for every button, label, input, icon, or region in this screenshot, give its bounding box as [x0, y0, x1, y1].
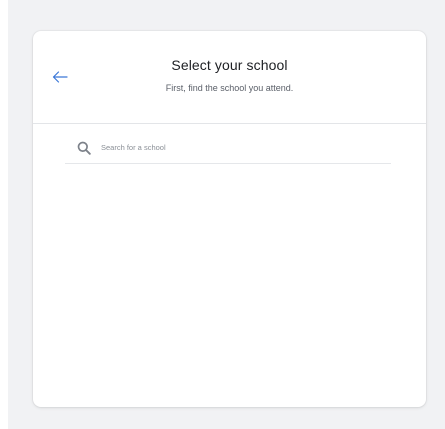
page-title: Select your school [171, 57, 288, 73]
card-header: Select your school First, find the schoo… [33, 31, 426, 124]
page-subtitle: First, find the school you attend. [165, 83, 294, 93]
search-results-list [33, 164, 426, 404]
back-button[interactable] [49, 67, 71, 87]
arrow-left-icon [52, 71, 68, 83]
search-icon [76, 140, 92, 156]
search-bar[interactable] [65, 132, 391, 164]
school-select-card: Select your school First, find the schoo… [33, 31, 426, 407]
search-input[interactable] [101, 143, 381, 152]
